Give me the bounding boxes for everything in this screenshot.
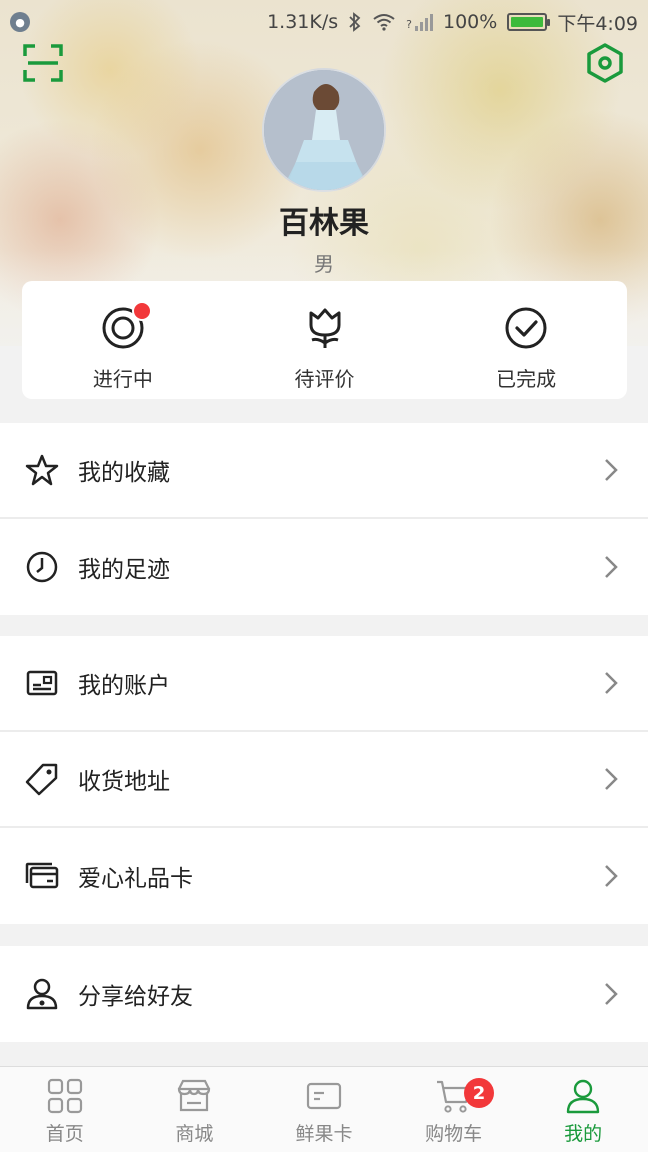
nav-label: 购物车 (425, 1123, 483, 1145)
menu-label: 我的足迹 (78, 557, 170, 583)
chevron-right-icon (605, 556, 618, 578)
nav-mine[interactable]: 我的 (518, 1067, 648, 1152)
order-in-progress-icon (100, 301, 152, 351)
card-icon (306, 1082, 342, 1110)
signal-bar (430, 14, 433, 31)
nav-label: 鲜果卡 (295, 1123, 353, 1145)
nav-home[interactable]: 首页 (0, 1067, 130, 1152)
menu-item-gift-card[interactable]: 爱心礼品卡 (0, 828, 648, 924)
chevron-right-icon (605, 672, 618, 694)
menu-group-3: 分享给好友 (0, 946, 648, 1042)
gift-card-icon (24, 858, 60, 894)
menu-label: 我的收藏 (78, 460, 170, 486)
avatar[interactable] (262, 68, 386, 192)
bluetooth-icon (349, 12, 361, 32)
user-icon (566, 1079, 600, 1114)
signal-bar (415, 26, 418, 31)
bottom-nav: 首页 商城 鲜果卡 购物车 我的 (0, 1066, 648, 1152)
order-status-card: 进行中 待评价 已完成 (22, 281, 627, 399)
status-left: ● (10, 12, 30, 32)
menu-item-account[interactable]: 我的账户 (0, 636, 648, 732)
nav-label: 首页 (45, 1123, 84, 1145)
menu-group-2: 我的账户 收货地址 爱心礼品卡 (0, 636, 648, 924)
wifi-icon (373, 14, 395, 31)
star-icon (24, 452, 60, 488)
status-right: 1.31K/s ? 100% 下午4:09 (267, 9, 638, 36)
cart-badge: 2 (464, 1078, 494, 1108)
check-circle-icon (503, 305, 549, 351)
menu-label: 我的账户 (78, 673, 170, 699)
battery-percent: 100% (443, 11, 498, 33)
menu-label: 爱心礼品卡 (78, 866, 193, 892)
order-label: 已完成 (496, 367, 557, 391)
nav-label: 商城 (175, 1123, 214, 1145)
chevron-right-icon (605, 459, 618, 481)
settings-icon[interactable] (584, 42, 626, 84)
nav-shop[interactable]: 商城 (130, 1067, 260, 1152)
tulip-icon (302, 305, 348, 351)
signal-unknown: ? (406, 18, 412, 31)
profile-name: 百林果 (279, 206, 369, 241)
notification-dot (131, 301, 152, 321)
network-speed: 1.31K/s (267, 11, 339, 33)
notification-app-icon: ● (10, 12, 30, 32)
menu-item-history[interactable]: 我的足迹 (0, 519, 648, 615)
order-completed[interactable]: 已完成 (425, 281, 627, 399)
order-label: 待评价 (294, 367, 355, 391)
menu-label: 分享给好友 (78, 984, 193, 1010)
order-label: 进行中 (92, 367, 153, 391)
avatar-photo (264, 70, 384, 190)
battery-icon (507, 13, 551, 31)
menu-item-favorites[interactable]: 我的收藏 (0, 423, 648, 519)
grid-icon (47, 1078, 82, 1114)
nav-fruit-card[interactable]: 鲜果卡 (259, 1067, 389, 1152)
menu-item-share[interactable]: 分享给好友 (0, 946, 648, 1042)
tag-icon (24, 761, 60, 797)
signal-icon: ? (406, 13, 433, 31)
scan-icon[interactable] (22, 42, 64, 84)
nav-cart[interactable]: 购物车 (389, 1067, 519, 1152)
profile-gender: 男 (314, 252, 334, 276)
clock-icon (24, 549, 60, 585)
menu-label: 收货地址 (78, 769, 170, 795)
account-card-icon (24, 665, 60, 701)
status-time: 下午4:09 (557, 12, 638, 35)
status-bar: ● 1.31K/s ? 100% 下午4:09 (0, 0, 648, 44)
nav-label: 我的 (564, 1123, 603, 1145)
battery-fill (511, 17, 544, 27)
shop-icon (178, 1079, 211, 1112)
signal-bar (425, 18, 428, 31)
chevron-right-icon (605, 768, 618, 790)
menu-group-1: 我的收藏 我的足迹 (0, 423, 648, 615)
chevron-right-icon (605, 983, 618, 1005)
menu-item-address[interactable]: 收货地址 (0, 732, 648, 828)
order-to-review[interactable]: 待评价 (224, 281, 426, 399)
chevron-right-icon (605, 865, 618, 887)
order-in-progress[interactable]: 进行中 (22, 281, 224, 399)
share-person-icon (24, 976, 60, 1012)
signal-bar (420, 22, 423, 31)
